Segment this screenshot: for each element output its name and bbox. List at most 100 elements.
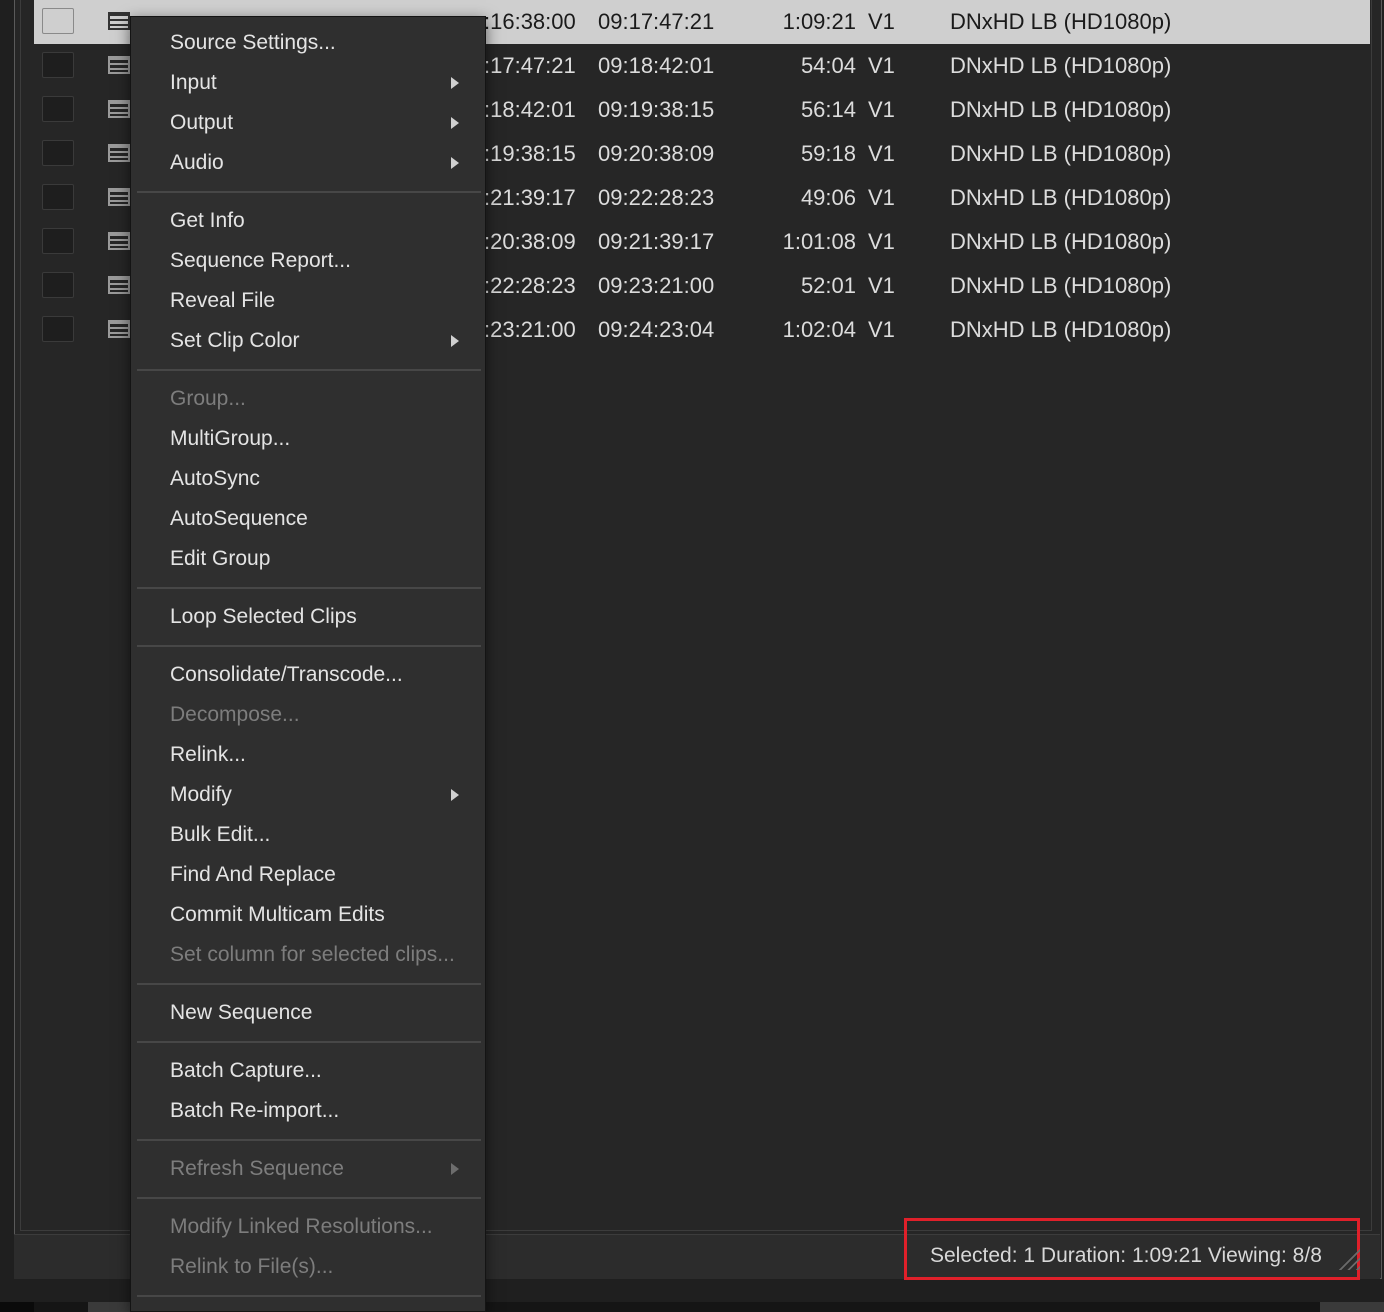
menu-item-label: Bulk Edit... — [170, 823, 271, 846]
menu-item-label: Set Clip Color — [170, 329, 300, 352]
menu-modify-linked-resolutions: Modify Linked Resolutions... — [131, 1207, 485, 1247]
menu-item-label: Find And Replace — [170, 863, 336, 886]
duration-cell: 52:01 — [800, 273, 856, 298]
bin-status-text: Selected: 1 Duration: 1:09:21 Viewing: 8… — [930, 1244, 1322, 1267]
menu-item-label: Batch Capture... — [170, 1059, 322, 1082]
menu-input[interactable]: Input — [131, 63, 485, 103]
menu-separator — [137, 587, 481, 589]
submenu-arrow-icon — [451, 117, 459, 129]
menu-item-label: Decompose... — [170, 703, 300, 726]
menu-autosequence[interactable]: AutoSequence — [131, 499, 485, 539]
menu-item-label: Modify Linked Resolutions... — [170, 1215, 433, 1238]
menu-refresh-sequence: Refresh Sequence — [131, 1149, 485, 1189]
format-cell: DNxHD LB (HD1080p) — [950, 273, 1172, 298]
menu-item-label: Reveal File — [170, 289, 276, 312]
duration-cell: 59:18 — [800, 141, 856, 166]
menu-audio[interactable]: Audio — [131, 143, 485, 183]
sequence-clip-icon — [108, 144, 130, 162]
menu-decompose: Decompose... — [131, 695, 485, 735]
end-timecode: 09:22:28:23 — [598, 185, 715, 210]
sequence-clip-icon — [108, 56, 130, 74]
row-checkbox[interactable] — [42, 316, 74, 342]
submenu-arrow-icon — [451, 157, 459, 169]
menu-set-clip-color[interactable]: Set Clip Color — [131, 321, 485, 361]
menu-consolidate-transcode[interactable]: Consolidate/Transcode... — [131, 655, 485, 695]
menu-item-label: Modify — [170, 783, 232, 806]
row-checkbox[interactable] — [42, 272, 74, 298]
track-cell: V1 — [868, 229, 895, 254]
format-cell: DNxHD LB (HD1080p) — [950, 141, 1172, 166]
menu-item-label: Get Info — [170, 209, 245, 232]
menu-find-and-replace[interactable]: Find And Replace — [131, 855, 485, 895]
end-timecode: 09:19:38:15 — [598, 97, 715, 122]
format-cell: DNxHD LB (HD1080p) — [950, 9, 1172, 34]
menu-output[interactable]: Output — [131, 103, 485, 143]
menu-get-info[interactable]: Get Info — [131, 201, 485, 241]
end-timecode: 09:24:23:04 — [598, 317, 715, 342]
track-cell: V1 — [868, 317, 895, 342]
menu-separator — [137, 191, 481, 193]
sequence-clip-icon — [108, 320, 130, 338]
format-cell: DNxHD LB (HD1080p) — [950, 317, 1172, 342]
end-timecode: 09:21:39:17 — [598, 229, 715, 254]
menu-item-label: Input — [170, 71, 217, 94]
menu-item-label: Loop Selected Clips — [170, 605, 357, 628]
sequence-clip-icon — [108, 188, 130, 206]
menu-separator — [137, 1295, 481, 1297]
menu-item-label: AutoSync — [170, 467, 260, 490]
duration-cell: 1:09:21 — [782, 9, 856, 34]
track-cell: V1 — [868, 97, 895, 122]
row-checkbox[interactable] — [42, 184, 74, 210]
context-menu: Source Settings... Input Output Audio Get In… — [130, 16, 486, 1312]
menu-autosync[interactable]: AutoSync — [131, 459, 485, 499]
start-timecode: :20:38:09 — [484, 229, 576, 254]
sequence-clip-icon — [108, 100, 130, 118]
menu-new-sequence[interactable]: New Sequence — [131, 993, 485, 1033]
sequence-clip-icon — [108, 276, 130, 294]
format-cell: DNxHD LB (HD1080p) — [950, 229, 1172, 254]
menu-separator — [137, 1041, 481, 1043]
menu-item-label: Group... — [170, 387, 246, 410]
row-checkbox[interactable] — [42, 52, 74, 78]
duration-cell: 1:02:04 — [782, 317, 856, 342]
row-checkbox[interactable] — [42, 8, 74, 34]
track-cell: V1 — [868, 53, 895, 78]
start-timecode: :17:47:21 — [484, 53, 576, 78]
submenu-arrow-icon — [451, 1163, 459, 1175]
format-cell: DNxHD LB (HD1080p) — [950, 97, 1172, 122]
menu-loop-selected-clips[interactable]: Loop Selected Clips — [131, 597, 485, 637]
duration-cell: 56:14 — [800, 97, 856, 122]
start-timecode: :21:39:17 — [484, 185, 576, 210]
menu-relink[interactable]: Relink... — [131, 735, 485, 775]
menu-reveal-file[interactable]: Reveal File — [131, 281, 485, 321]
track-cell: V1 — [868, 141, 895, 166]
menu-item-label: Edit Group — [170, 547, 271, 570]
duration-cell: 49:06 — [800, 185, 856, 210]
menu-item-label: Set column for selected clips... — [170, 943, 455, 966]
menu-batch-capture[interactable]: Batch Capture... — [131, 1051, 485, 1091]
menu-batch-reimport[interactable]: Batch Re-import... — [131, 1091, 485, 1131]
submenu-arrow-icon — [451, 77, 459, 89]
start-timecode: :19:38:15 — [484, 141, 576, 166]
row-checkbox[interactable] — [42, 228, 74, 254]
menu-edit-group[interactable]: Edit Group — [131, 539, 485, 579]
menu-bulk-edit[interactable]: Bulk Edit... — [131, 815, 485, 855]
row-checkbox[interactable] — [42, 96, 74, 122]
start-timecode: :16:38:00 — [484, 9, 576, 34]
menu-sequence-report[interactable]: Sequence Report... — [131, 241, 485, 281]
menu-commit-multicam-edits[interactable]: Commit Multicam Edits — [131, 895, 485, 935]
menu-item-label: Commit Multicam Edits — [170, 903, 385, 926]
menu-modify[interactable]: Modify — [131, 775, 485, 815]
menu-item-label: Refresh Sequence — [170, 1157, 344, 1180]
end-timecode: 09:23:21:00 — [598, 273, 715, 298]
row-checkbox[interactable] — [42, 140, 74, 166]
menu-item-label: Consolidate/Transcode... — [170, 663, 403, 686]
menu-separator — [137, 983, 481, 985]
menu-separator — [137, 369, 481, 371]
menu-source-settings[interactable]: Source Settings... — [131, 23, 485, 63]
duration-cell: 1:01:08 — [782, 229, 856, 254]
menu-item-label: Source Settings... — [170, 31, 336, 54]
track-cell: V1 — [868, 273, 895, 298]
menu-multigroup[interactable]: MultiGroup... — [131, 419, 485, 459]
track-cell: V1 — [868, 185, 895, 210]
